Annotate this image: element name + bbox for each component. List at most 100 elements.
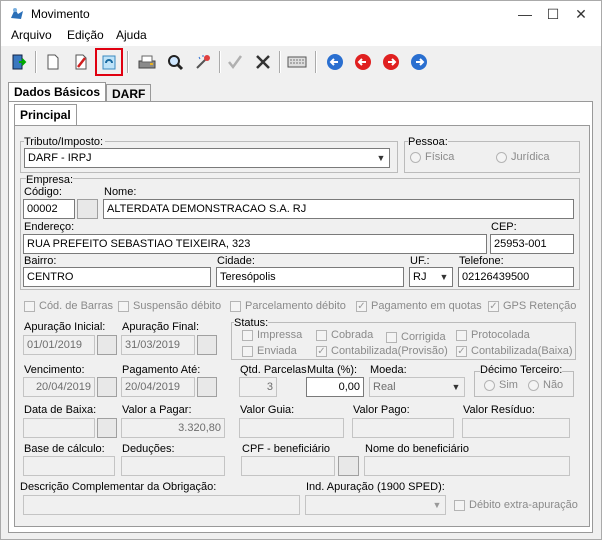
pessoa-juridica-radio[interactable]: Jurídica — [496, 151, 550, 163]
status-corrigida-checkbox[interactable]: Corrigida — [386, 331, 446, 343]
maximize-icon[interactable]: ☐ — [541, 5, 565, 23]
new-document-icon[interactable] — [41, 50, 65, 74]
magic-wand-icon[interactable] — [191, 50, 215, 74]
preview-icon[interactable] — [163, 50, 187, 74]
suspensao-checkbox[interactable]: Suspensão débito — [118, 300, 221, 312]
moeda-value: Real — [373, 381, 396, 393]
vencimento-label: Vencimento: — [24, 364, 85, 376]
status-label: Status: — [234, 317, 269, 329]
nome-input[interactable]: ALTERDATA DEMONSTRACAO S.A. RJ — [103, 199, 574, 219]
vencimento-button[interactable] — [97, 377, 117, 397]
qtd-parcelas-input[interactable]: 3 — [239, 377, 277, 397]
ind-apuracao-select[interactable]: ▼ — [305, 495, 446, 515]
menu-ajuda[interactable]: Ajuda — [116, 28, 147, 42]
cpf-lookup-button[interactable] — [338, 456, 359, 476]
exit-icon[interactable] — [7, 50, 31, 74]
status-contab-baixa-checkbox[interactable]: ✓ Contabilizada(Baixa) — [456, 345, 573, 357]
next-icon[interactable] — [379, 50, 403, 74]
gps-retencao-checkbox[interactable]: ✓ GPS Retenção — [488, 300, 576, 312]
uf-value: RJ — [413, 271, 427, 283]
cpf-beneficiario-input[interactable] — [241, 456, 335, 476]
decimo-sim-radio[interactable]: Sim — [484, 379, 518, 391]
status-contab-provisao-checkbox[interactable]: ✓ Contabilizada(Provisão) — [316, 345, 448, 357]
codigo-input[interactable]: 00002 — [23, 199, 75, 219]
multa-input[interactable]: 0,00 — [306, 377, 364, 397]
tab-darf[interactable]: DARF — [106, 84, 152, 102]
status-impressa-checkbox[interactable]: Impressa — [242, 329, 302, 341]
debito-extra-checkbox[interactable]: Débito extra-apuração — [454, 499, 578, 511]
cpf-beneficiario-label: CPF - beneficiário — [242, 443, 331, 455]
data-baixa-button[interactable] — [97, 418, 117, 438]
decimo-nao-radio[interactable]: Não — [528, 379, 563, 391]
vencimento-input[interactable]: 20/04/2019 — [23, 377, 95, 397]
first-icon[interactable] — [323, 50, 347, 74]
confirm-icon[interactable] — [223, 50, 247, 74]
recycle-icon[interactable] — [95, 48, 123, 76]
endereco-input[interactable]: RUA PREFEITO SEBASTIAO TEIXEIRA, 323 — [23, 234, 487, 254]
uf-label: UF.: — [410, 255, 430, 267]
apuracao-final-input[interactable]: 31/03/2019 — [121, 335, 195, 355]
bairro-label: Bairro: — [24, 255, 57, 267]
toolbar — [0, 46, 602, 78]
chevron-down-icon[interactable]: ▼ — [429, 496, 445, 514]
close-icon[interactable]: ✕ — [569, 5, 593, 23]
menu-edicao[interactable]: Edição — [67, 28, 104, 42]
endereco-label: Endereço: — [24, 221, 75, 233]
valor-guia-input[interactable] — [239, 418, 344, 438]
keyboard-icon[interactable] — [285, 50, 309, 74]
apuracao-inicial-input[interactable]: 01/01/2019 — [23, 335, 95, 355]
codigo-lookup-button[interactable] — [77, 199, 98, 219]
previous-icon[interactable] — [351, 50, 375, 74]
status-protocolada-checkbox[interactable]: Protocolada — [456, 329, 530, 341]
cidade-input[interactable]: Teresópolis — [216, 267, 404, 287]
chevron-down-icon[interactable]: ▼ — [448, 378, 464, 396]
codigo-label: Código: — [24, 186, 62, 198]
apuracao-final-label: Apuração Final: — [122, 321, 200, 333]
deducoes-label: Deduções: — [122, 443, 175, 455]
chevron-down-icon[interactable]: ▼ — [373, 149, 389, 167]
tab-dados-basicos[interactable]: Dados Básicos — [8, 82, 107, 102]
status-cobrada-checkbox[interactable]: Cobrada — [316, 329, 373, 341]
uf-select[interactable]: RJ ▼ — [409, 267, 453, 287]
descricao-label: Descrição Complementar da Obrigação: — [20, 481, 217, 493]
parcelamento-checkbox[interactable]: Parcelamento débito — [230, 300, 346, 312]
deducoes-input[interactable] — [121, 456, 225, 476]
moeda-label: Moeda: — [370, 364, 407, 376]
valor-guia-label: Valor Guia: — [240, 404, 295, 416]
chevron-down-icon[interactable]: ▼ — [436, 268, 452, 286]
tributo-select[interactable]: DARF - IRPJ ▼ — [24, 148, 390, 168]
moeda-select[interactable]: Real ▼ — [369, 377, 465, 397]
valor-pagar-input[interactable]: 3.320,80 — [121, 418, 225, 438]
base-calculo-input[interactable] — [23, 456, 115, 476]
data-baixa-input[interactable] — [23, 418, 95, 438]
edit-icon[interactable] — [69, 50, 93, 74]
status-enviada-checkbox[interactable]: Enviada — [242, 345, 297, 357]
telefone-input[interactable]: 02126439500 — [458, 267, 574, 287]
pessoa-fisica-radio[interactable]: Física — [410, 151, 454, 163]
cancel-icon[interactable] — [251, 50, 275, 74]
menu-bar: Arquivo Edição Ajuda — [0, 26, 602, 46]
pagamento-quotas-checkbox[interactable]: ✓ Pagamento em quotas — [356, 300, 482, 312]
pagamento-ate-button[interactable] — [197, 377, 217, 397]
tab-principal[interactable]: Principal — [14, 104, 77, 126]
app-icon — [11, 8, 23, 19]
last-icon[interactable] — [407, 50, 431, 74]
apuracao-inicial-button[interactable] — [97, 335, 117, 355]
window-title: Movimento — [31, 7, 90, 21]
bairro-input[interactable]: CENTRO — [23, 267, 211, 287]
cod-barras-checkbox[interactable]: Cód. de Barras — [24, 300, 113, 312]
cep-input[interactable]: 25953-001 — [490, 234, 574, 254]
descricao-input[interactable] — [23, 495, 300, 515]
nome-beneficiario-input[interactable] — [364, 456, 570, 476]
cidade-label: Cidade: — [217, 255, 255, 267]
print-icon[interactable] — [135, 50, 159, 74]
pagamento-ate-input[interactable]: 20/04/2019 — [121, 377, 195, 397]
menu-arquivo[interactable]: Arquivo — [11, 28, 52, 42]
minimize-icon[interactable]: — — [513, 5, 537, 23]
qtd-parcelas-label: Qtd. Parcelas — [240, 364, 307, 376]
valor-residuo-input[interactable] — [462, 418, 570, 438]
apuracao-final-button[interactable] — [197, 335, 217, 355]
multa-label: Multa (%): — [307, 364, 358, 376]
decimo-label: Décimo Terceiro: — [480, 364, 563, 376]
valor-pago-input[interactable] — [352, 418, 454, 438]
